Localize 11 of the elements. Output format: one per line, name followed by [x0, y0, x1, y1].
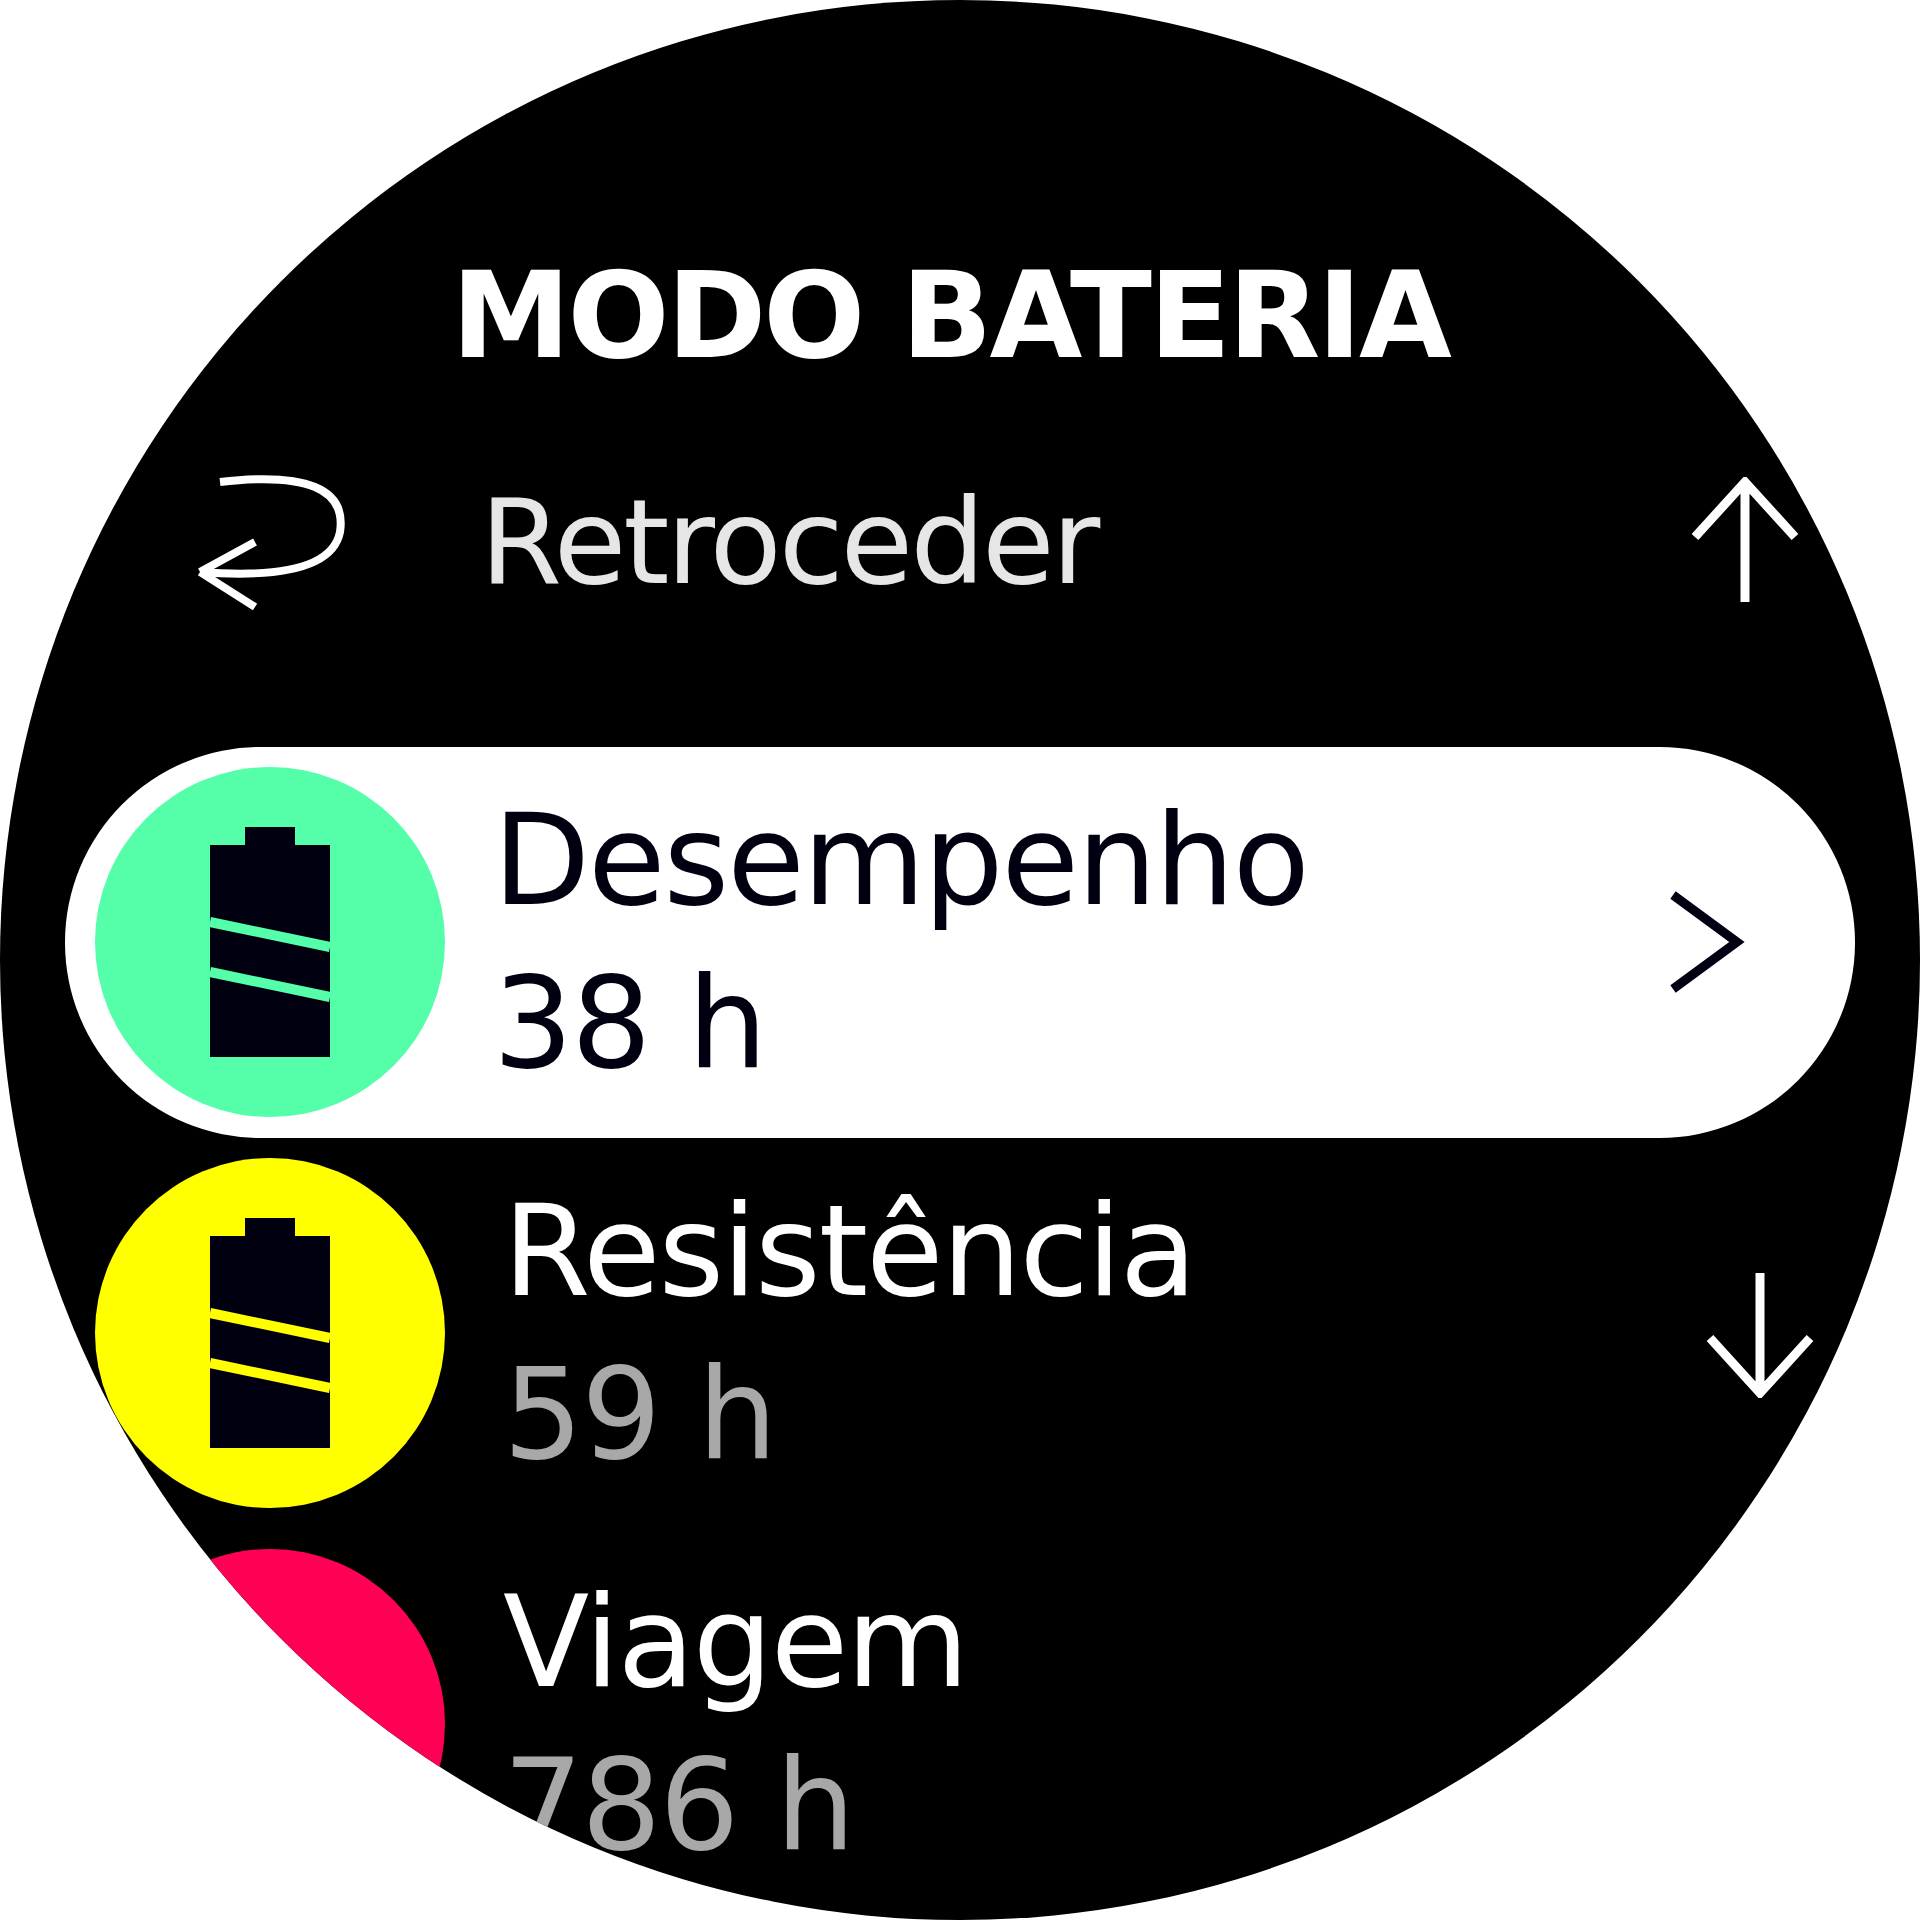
mode-name: Resistência — [503, 1176, 1196, 1327]
mode-name: Desempenho — [493, 785, 1309, 936]
mode-name: Viagem — [503, 1567, 968, 1718]
mode-duration: 786 h — [503, 1731, 855, 1882]
back-label[interactable]: Retroceder — [480, 483, 1690, 602]
mode-row[interactable]: Viagem 786 h — [75, 1528, 1920, 1920]
mode-row[interactable]: Desempenho 38 h — [65, 746, 1855, 1138]
screen-title: MODO BATERIA — [450, 250, 1452, 382]
mode-duration: 38 h — [493, 949, 767, 1100]
mode-row[interactable]: Resistência 59 h — [75, 1137, 1920, 1529]
mode-duration: 59 h — [503, 1340, 777, 1491]
